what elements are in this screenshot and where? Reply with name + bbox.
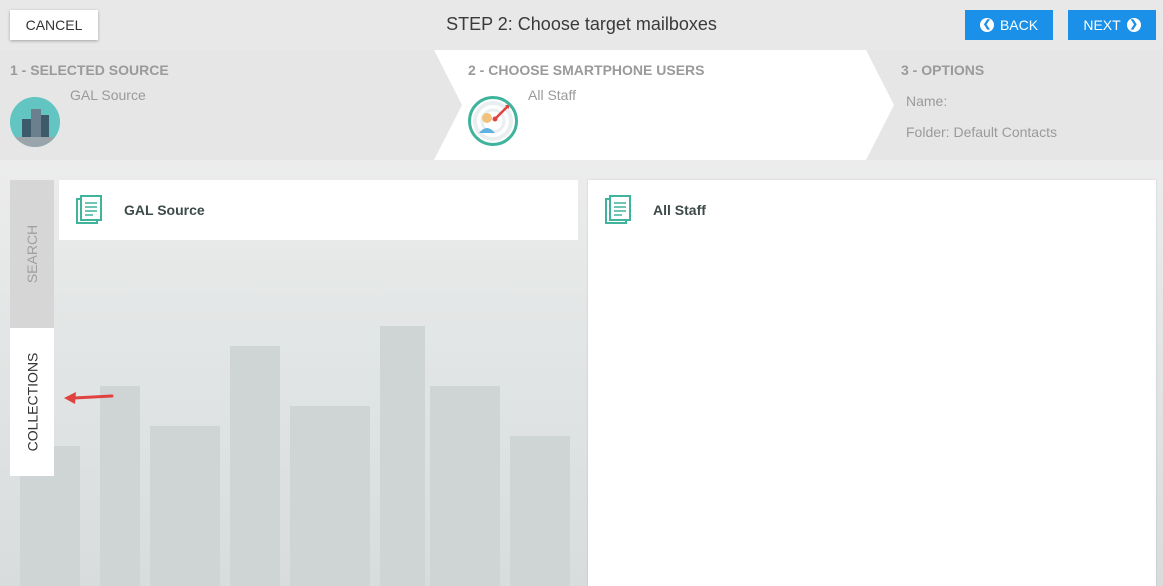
back-button[interactable]: ❮ BACK [965, 10, 1053, 40]
step-3-name: Name: [906, 93, 948, 109]
step-1-title: 1 - SELECTED SOURCE [10, 62, 169, 78]
list-item[interactable]: All Staff [588, 180, 1156, 240]
target-user-icon [468, 96, 518, 146]
step-1-source: GAL Source [70, 87, 146, 103]
next-button-label: NEXT [1083, 17, 1121, 33]
document-icon [605, 195, 631, 224]
tab-search[interactable]: SEARCH [10, 180, 54, 328]
chevron-left-circle-icon: ❮ [979, 18, 994, 32]
city-icon [10, 97, 60, 147]
annotation-arrow-icon [64, 392, 114, 404]
wizard-steps: 1 - SELECTED SOURCE GAL Source 2 - CHOOS… [0, 50, 1163, 160]
step-2-selection: All Staff [528, 87, 576, 103]
step-3-title: 3 - OPTIONS [901, 62, 985, 78]
selected-collections-panel: All Staff [588, 180, 1156, 586]
list-item-label: All Staff [653, 202, 706, 218]
list-item-label: GAL Source [124, 202, 205, 218]
step-2-title: 2 - CHOOSE SMARTPHONE USERS [468, 62, 705, 78]
document-icon [76, 195, 102, 224]
chevron-right-circle-icon: ❯ [1126, 18, 1141, 32]
back-button-label: BACK [999, 17, 1039, 33]
tab-search-label: SEARCH [24, 224, 41, 284]
tab-collections-label: COLLECTIONS [24, 352, 40, 452]
top-bar: CANCEL STEP 2: Choose target mailboxes ❮… [0, 0, 1163, 50]
list-item[interactable]: GAL Source [59, 180, 578, 240]
next-button[interactable]: NEXT ❯ [1068, 10, 1156, 40]
tab-collections[interactable]: COLLECTIONS [10, 328, 54, 476]
step-3-folder: Folder: Default Contacts [906, 124, 1057, 140]
